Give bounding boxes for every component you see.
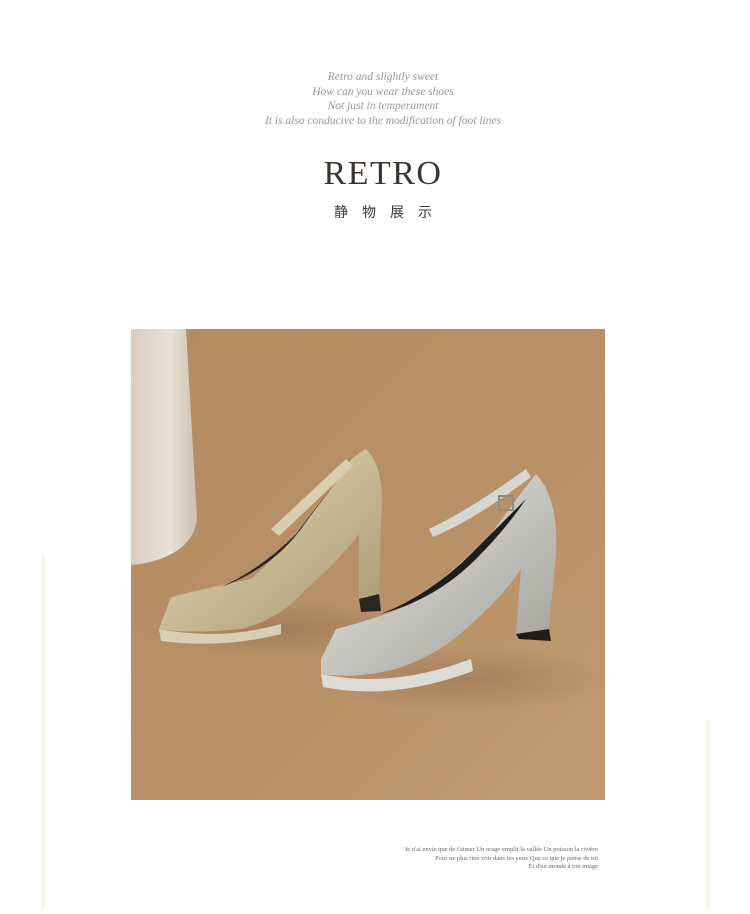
caption-text: Je n'ai envie que de t'aimer Un orage em… [405, 846, 598, 872]
intro-line: Not just in temperament [327, 100, 439, 112]
product-photo [131, 329, 605, 800]
page-title: RETRO [323, 155, 443, 192]
intro-line: How can you wear these shoes [312, 85, 454, 98]
intro-text: Retro and slightly sweet How can you wea… [0, 70, 750, 128]
caption-line: Je n'ai envie que de t'aimer Un orage em… [404, 846, 598, 853]
caption-line: Pour ne plus rien voir dans tes yeux Que… [435, 854, 598, 862]
caption-line: Et d'un monde à ton image [528, 863, 598, 870]
page-subtitle: 静物展示 [334, 205, 446, 221]
decorative-edge-left [40, 555, 46, 910]
intro-line: It is also conducive to the modification… [264, 114, 502, 127]
decorative-edge-right [705, 720, 711, 910]
intro-line: Retro and slightly sweet [327, 71, 439, 83]
